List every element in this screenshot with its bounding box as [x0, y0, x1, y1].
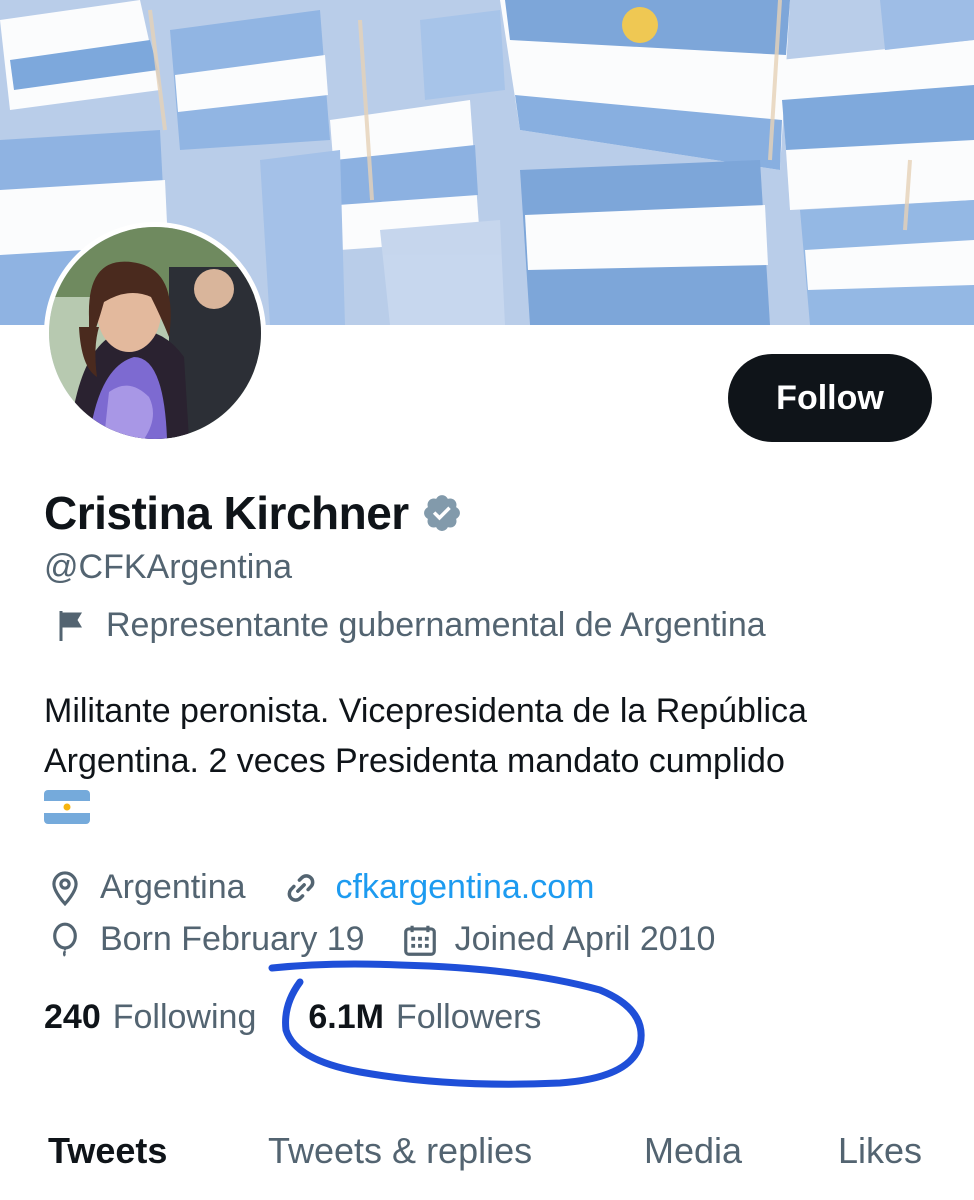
tab-tweets-replies[interactable]: Tweets & replies — [268, 1130, 532, 1172]
profile-bio: Militante peronista. Vicepresidenta de l… — [44, 686, 944, 786]
followers-count: 6.1M — [308, 998, 384, 1036]
profile-handle: @CFKArgentina — [44, 548, 293, 586]
joined-item: Joined April 2010 — [401, 920, 716, 959]
birthday-item: Born February 19 — [46, 920, 365, 959]
professional-label-text: Representante gubernamental de Argentina — [106, 606, 766, 644]
location-text: Argentina — [100, 868, 246, 906]
profile-name: Cristina Kirchner — [44, 487, 409, 539]
avatar[interactable] — [44, 222, 266, 444]
tab-tweets[interactable]: Tweets — [48, 1130, 167, 1172]
birthday-text: Born February 19 — [100, 920, 365, 958]
joined-text: Joined April 2010 — [454, 920, 716, 958]
bio-line: Argentina. 2 veces Presidenta mandato cu… — [44, 742, 785, 780]
profile-name-row: Cristina Kirchner — [44, 486, 463, 540]
follow-stats: 240 Following 6.1M Followers — [44, 998, 541, 1037]
follow-button[interactable]: Follow — [728, 354, 932, 442]
followers-label: Followers — [395, 998, 542, 1036]
verified-badge-icon[interactable] — [421, 492, 463, 534]
calendar-icon — [403, 925, 436, 956]
profile-meta-row-2: Born February 19 Joined April 2010 — [46, 920, 751, 959]
tab-media[interactable]: Media — [644, 1130, 742, 1172]
followers-stat[interactable]: 6.1M Followers — [308, 998, 541, 1037]
website-item[interactable]: cfkargentina.com — [282, 868, 595, 907]
following-stat[interactable]: 240 Following — [44, 998, 256, 1037]
following-count: 240 — [44, 998, 101, 1036]
professional-label[interactable]: Representante gubernamental de Argentina — [52, 606, 766, 645]
following-label: Following — [112, 998, 257, 1036]
link-icon — [287, 873, 314, 902]
tab-likes[interactable]: Likes — [838, 1130, 922, 1172]
location-item: Argentina — [46, 868, 246, 907]
location-pin-icon — [52, 870, 78, 906]
flag-icon — [59, 610, 82, 641]
profile-tabs: Tweets Tweets & replies Media Likes — [0, 1120, 974, 1190]
balloon-icon — [53, 922, 77, 957]
argentina-flag-emoji — [44, 790, 90, 824]
profile-meta-row: Argentina cfkargentina.com — [46, 868, 630, 907]
bio-line: Militante peronista. Vicepresidenta de l… — [44, 692, 807, 730]
website-link[interactable]: cfkargentina.com — [336, 868, 595, 907]
avatar-image — [49, 227, 261, 439]
